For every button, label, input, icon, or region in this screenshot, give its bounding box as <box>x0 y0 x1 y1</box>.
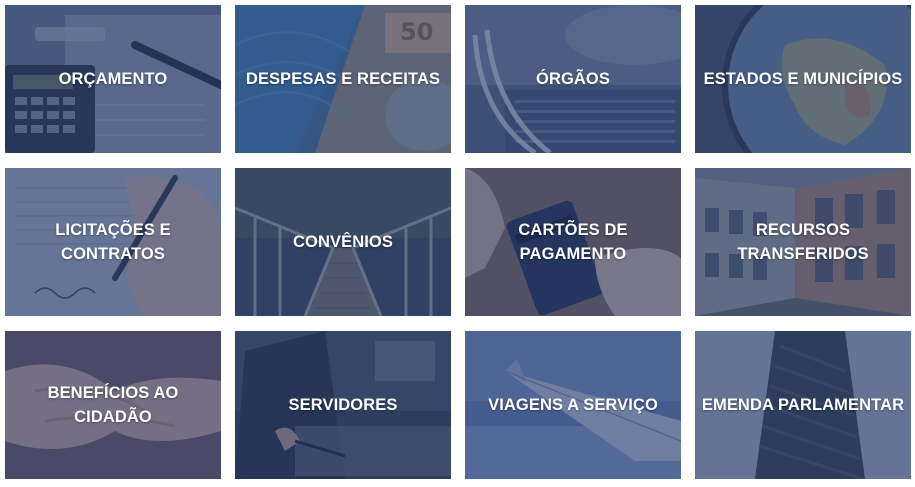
tile-viagens-a-servico[interactable]: VIAGENS A SERVIÇO <box>465 331 681 479</box>
tile-convenios[interactable]: CONVÊNIOS <box>235 168 451 316</box>
tile-label: ORÇAMENTO <box>58 70 168 88</box>
tile-label: SERVIDORES <box>288 396 398 414</box>
tile-licitacoes-e-contratos[interactable]: LICITAÇÕES E CONTRATOS <box>5 168 221 316</box>
tile-label: CONVÊNIOS <box>293 233 393 251</box>
tile-despesas-e-receitas[interactable]: 50 DESPESAS E RECEITAS <box>235 5 451 153</box>
tile-label: RECURSOS TRANSFERIDOS <box>737 221 869 263</box>
tile-servidores[interactable]: SERVIDORES <box>235 331 451 479</box>
tile-estados-e-municipios[interactable]: ESTADOS E MUNICÍPIOS <box>695 5 911 153</box>
tile-emenda-parlamentar[interactable]: EMENDA PARLAMENTAR <box>695 331 911 479</box>
tile-label: EMENDA PARLAMENTAR <box>701 396 905 414</box>
tile-label: VIAGENS A SERVIÇO <box>488 396 658 414</box>
tile-label: ÓRGÃOS <box>536 70 610 88</box>
tile-recursos-transferidos[interactable]: RECURSOS TRANSFERIDOS <box>695 168 911 316</box>
tile-orcamento[interactable]: ORÇAMENTO <box>5 5 221 153</box>
topics-grid: ORÇAMENTO 50 DESPESAS E RECEITAS <box>5 5 911 479</box>
tile-label: BENEFÍCIOS AO CIDADÃO <box>47 384 179 426</box>
tile-orgaos[interactable]: ÓRGÃOS <box>465 5 681 153</box>
tile-cartoes-de-pagamento[interactable]: CARTÕES DE PAGAMENTO <box>465 168 681 316</box>
tile-label: LICITAÇÕES E CONTRATOS <box>55 221 171 263</box>
tile-label: ESTADOS E MUNICÍPIOS <box>703 70 903 88</box>
tile-label: CARTÕES DE PAGAMENTO <box>518 221 628 263</box>
tile-label: DESPESAS E RECEITAS <box>245 70 441 88</box>
tile-beneficios-ao-cidadao[interactable]: BENEFÍCIOS AO CIDADÃO <box>5 331 221 479</box>
